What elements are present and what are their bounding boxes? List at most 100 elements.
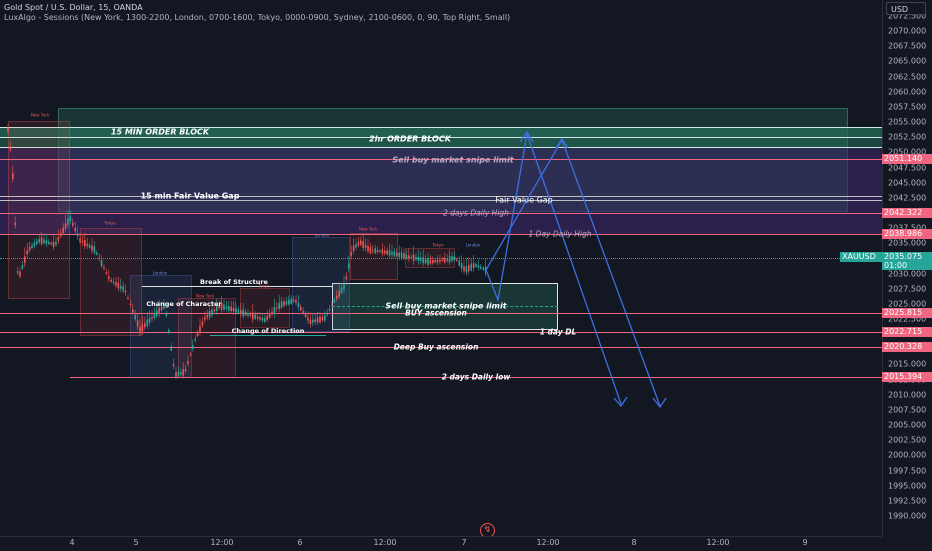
candle-body [480, 266, 482, 269]
symbol-title[interactable]: Gold Spot / U.S. Dollar, 15, OANDA [4, 3, 510, 13]
candle-body [465, 266, 468, 273]
candle-body [201, 321, 204, 326]
candle-body [100, 260, 103, 267]
session-label-tokyo2: Tokyo [258, 283, 270, 289]
candle-body [50, 242, 52, 245]
time-tick: 12:00 [706, 538, 730, 547]
price-tick: 2030.000 [888, 269, 927, 279]
candle-body [338, 290, 340, 297]
candle-body [396, 252, 398, 256]
candle-body [76, 233, 79, 237]
candle-body [91, 245, 93, 251]
price-tick: 2000.000 [888, 450, 927, 460]
candle-body [124, 290, 127, 293]
candle-body [314, 319, 316, 322]
candle-body [264, 317, 266, 322]
candle-body [427, 257, 429, 265]
candle-body [403, 253, 405, 259]
candle-body [86, 243, 88, 246]
candle-body [280, 301, 283, 308]
candle-body [194, 338, 196, 341]
candle-body [247, 312, 249, 316]
candle-body [472, 263, 475, 269]
time-tick: 9 [802, 538, 808, 547]
candle-body [175, 371, 177, 378]
candle-body [189, 354, 192, 356]
time-tick: 12:00 [536, 538, 560, 547]
candle-body [405, 254, 408, 258]
label-buy-asc: BUY ascension [405, 308, 467, 318]
candle-body [417, 256, 420, 262]
candle-body [55, 241, 57, 245]
candle-body [321, 316, 324, 321]
price-tick: 1992.500 [888, 496, 927, 506]
candle-body [26, 250, 28, 255]
candle-body [31, 245, 33, 249]
candle-body [364, 245, 367, 248]
candle-body [451, 256, 453, 261]
candle-body [84, 240, 86, 247]
candle-body [67, 218, 69, 225]
chart-plot-area[interactable]: 15 MIN ORDER BLOCK 2hr ORDER BLOCK Sell … [0, 0, 882, 536]
candle-body [376, 249, 379, 253]
candle-body [206, 315, 208, 318]
chart-header: Gold Spot / U.S. Dollar, 15, OANDA LuxAl… [4, 3, 510, 23]
price-tag-2022: 2022.715 [882, 327, 932, 337]
candle-body [470, 263, 472, 271]
indicator-legend[interactable]: LuxAlgo - Sessions (New York, 1300-2200,… [4, 13, 510, 23]
candle-body [436, 259, 439, 263]
candle-body [444, 257, 446, 263]
time-tick: 12:00 [210, 538, 234, 547]
candle-body [158, 307, 160, 314]
candle-body [88, 245, 91, 248]
candle-body [393, 251, 396, 257]
candle-body [456, 259, 458, 261]
candle-body [81, 240, 84, 243]
time-tick: 4 [69, 538, 75, 547]
candle-body [110, 279, 112, 282]
candle-body [460, 263, 463, 269]
candle-body [208, 310, 211, 318]
label-ob2h: 2hr ORDER BLOCK [369, 134, 451, 144]
time-axis[interactable] [0, 536, 882, 551]
candle-body [297, 302, 300, 308]
candle-body [374, 248, 376, 254]
candle-body [7, 127, 9, 133]
label-daily-high1: 1 Day Daily High [528, 229, 592, 239]
candle-body [45, 240, 48, 244]
candle-body [434, 260, 436, 263]
last-price-tag: 2035.075 01:00 [882, 252, 932, 270]
candle-body [408, 255, 410, 259]
price-tag-2038: 2038.986 [882, 229, 932, 239]
time-tick: 7 [461, 538, 467, 547]
candle-body [302, 311, 304, 313]
candle-body [74, 227, 76, 232]
candle-body [307, 317, 309, 321]
currency-selector[interactable]: USD [886, 2, 926, 15]
candle-body [249, 314, 252, 316]
session-label-london2: London [314, 232, 330, 238]
candle-body [254, 314, 256, 319]
candle-body [432, 260, 434, 264]
candle-body [424, 258, 427, 264]
candle-body [120, 285, 122, 289]
candle-body [187, 360, 189, 365]
candle-body [52, 241, 55, 248]
candle-body [273, 307, 276, 314]
candle-body [336, 295, 338, 300]
candle-body [182, 369, 184, 376]
candle-body [453, 256, 456, 261]
candle-body [398, 252, 400, 258]
candle-body [144, 323, 146, 328]
time-tick: 5 [133, 538, 139, 547]
candle-body [357, 241, 360, 246]
candle-body [429, 260, 432, 264]
candle-body [211, 309, 213, 316]
candle-body [288, 299, 290, 305]
candle-body [148, 317, 151, 323]
candle-body [463, 266, 465, 272]
candle-body [141, 324, 144, 332]
candle-body [415, 257, 417, 260]
candle-body [384, 250, 386, 254]
candle-body [117, 282, 120, 289]
